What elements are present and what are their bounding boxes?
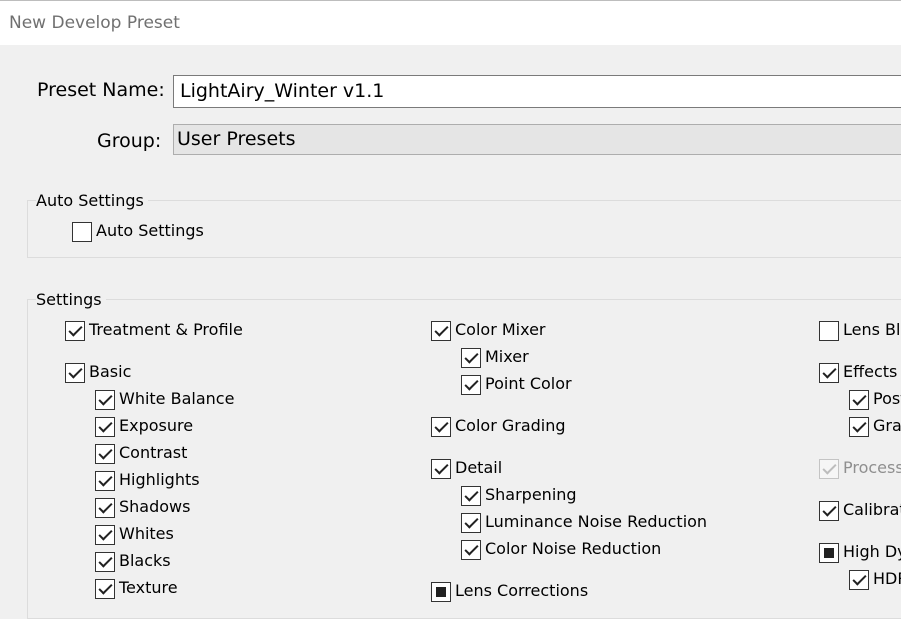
checkbox-effects[interactable]: [819, 363, 839, 383]
checkbox-hdr[interactable]: [849, 570, 869, 590]
auto-settings-checkbox-label: Auto Settings: [96, 221, 204, 240]
auto-settings-checkbox[interactable]: [72, 222, 92, 242]
group-label: Group:: [97, 130, 162, 152]
checkbox-label-point-color: Point Color: [485, 374, 572, 393]
checkbox-post-crop[interactable]: [849, 390, 869, 410]
preset-name-label: Preset Name:: [37, 79, 165, 101]
checkbox-label-sharpening: Sharpening: [485, 485, 577, 504]
settings-legend: Settings: [36, 290, 106, 309]
group-select[interactable]: User Presets: [173, 124, 901, 155]
checkbox-label-luminance-noise-reduction: Luminance Noise Reduction: [485, 512, 708, 531]
checkbox-process: [819, 459, 839, 479]
checkbox-label-color-grading: Color Grading: [455, 416, 566, 435]
checkbox-label-whites: Whites: [119, 524, 174, 543]
checkbox-color-grading[interactable]: [431, 417, 451, 437]
checkbox-lens-corrections[interactable]: [431, 582, 451, 602]
checkbox-label-calibration: Calibrat: [843, 500, 901, 519]
checkbox-label-high-dynamic-range: High Dy: [843, 542, 901, 561]
checkbox-sharpening[interactable]: [461, 486, 481, 506]
checkbox-high-dynamic-range[interactable]: [819, 543, 839, 563]
title-bar: New Develop Preset: [0, 0, 901, 45]
checkbox-blacks[interactable]: [95, 552, 115, 572]
preset-name-input[interactable]: LightAiry_Winter v1.1: [173, 75, 901, 108]
checkbox-white-balance[interactable]: [95, 390, 115, 410]
checkbox-label-texture: Texture: [119, 578, 178, 597]
checkbox-label-color-mixer: Color Mixer: [455, 320, 546, 339]
checkbox-detail[interactable]: [431, 459, 451, 479]
checkbox-grain[interactable]: [849, 417, 869, 437]
checkbox-label-detail: Detail: [455, 458, 503, 477]
checkbox-whites[interactable]: [95, 525, 115, 545]
checkbox-texture[interactable]: [95, 579, 115, 599]
checkbox-label-hdr: HDR: [873, 569, 901, 588]
window-title: New Develop Preset: [9, 13, 180, 33]
checkbox-label-lens-blur: Lens Blu: [843, 320, 901, 339]
checkbox-label-mixer: Mixer: [485, 347, 529, 366]
checkbox-color-noise-reduction[interactable]: [461, 540, 481, 560]
checkbox-highlights[interactable]: [95, 471, 115, 491]
auto-settings-legend: Auto Settings: [36, 191, 148, 210]
checkbox-label-white-balance: White Balance: [119, 389, 235, 408]
checkbox-label-contrast: Contrast: [119, 443, 188, 462]
checkbox-label-exposure: Exposure: [119, 416, 194, 435]
checkbox-calibration[interactable]: [819, 501, 839, 521]
checkbox-label-blacks: Blacks: [119, 551, 171, 570]
checkbox-lens-blur[interactable]: [819, 321, 839, 341]
checkbox-shadows[interactable]: [95, 498, 115, 518]
checkbox-mixer[interactable]: [461, 348, 481, 368]
checkbox-label-grain: Grai: [873, 416, 901, 435]
checkbox-label-post-crop: Post: [873, 389, 901, 408]
checkbox-contrast[interactable]: [95, 444, 115, 464]
checkbox-label-lens-corrections: Lens Corrections: [455, 581, 589, 600]
checkbox-point-color[interactable]: [461, 375, 481, 395]
checkbox-label-basic: Basic: [89, 362, 132, 381]
checkbox-basic[interactable]: [65, 363, 85, 383]
checkbox-label-shadows: Shadows: [119, 497, 191, 516]
checkbox-treatment-profile[interactable]: [65, 321, 85, 341]
checkbox-label-effects: Effects: [843, 362, 898, 381]
checkbox-label-process: Process: [843, 458, 901, 477]
checkbox-luminance-noise-reduction[interactable]: [461, 513, 481, 533]
checkbox-label-highlights: Highlights: [119, 470, 200, 489]
checkbox-exposure[interactable]: [95, 417, 115, 437]
checkbox-label-treatment-profile: Treatment & Profile: [89, 320, 243, 339]
checkbox-color-mixer[interactable]: [431, 321, 451, 341]
checkbox-label-color-noise-reduction: Color Noise Reduction: [485, 539, 662, 558]
